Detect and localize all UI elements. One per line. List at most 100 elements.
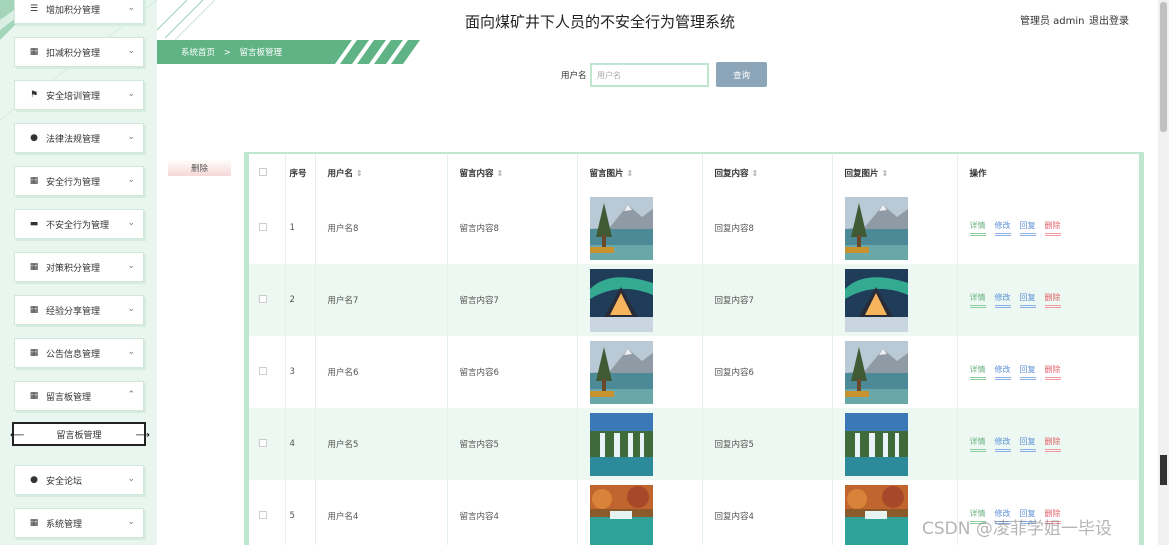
grid-icon: ▦ — [29, 517, 39, 528]
grid-icon: ▦ — [29, 347, 39, 358]
thumbnail-image — [844, 196, 908, 260]
admin-label: 管理员 admin — [1020, 16, 1085, 27]
data-table: 序号 用户名 ⇕ 留言内容 ⇕ 留言图片 ⇕ 回复内容 ⇕ 回复图片 ⇕ 操作 1 用户名8… — [244, 152, 1144, 545]
cell-actions: 详情 修改 回复 删除 — [957, 408, 1139, 480]
page-title: 面向煤矿井下人员的不安全行为管理系统 — [464, 13, 735, 31]
flag-icon: ⚑ — [29, 89, 39, 100]
cell-actions: 详情 修改 回复 删除 — [957, 264, 1139, 336]
cell-reply: 回复内容8 — [702, 192, 833, 264]
table-row: 1 用户名8 留言内容8 回复内容8 详情 修改 回复 删除 — [249, 192, 1139, 264]
search-label: 用户名 — [561, 71, 587, 81]
bulk-delete-button[interactable]: 删除 — [168, 159, 231, 176]
sidebar-item-2[interactable]: ⚑ 安全培训管理 ⌄ — [14, 80, 144, 110]
cell-reply: 回复内容5 — [702, 408, 833, 480]
cell-actions: 详情 修改 回复 删除 — [957, 336, 1139, 408]
briefcase-icon: ▬ — [29, 218, 39, 229]
arrow-right-icon: ⟶ — [135, 430, 150, 441]
header-decoration — [157, 0, 216, 41]
cell-image — [577, 408, 703, 480]
delete-button[interactable]: 删除 — [1044, 220, 1061, 236]
sidebar-item-5[interactable]: ▬ 不安全行为管理 ⌄ — [14, 209, 144, 239]
sort-icon: ⇕ — [626, 169, 634, 178]
arrow-left-icon: ⟵ — [10, 430, 25, 441]
thumbnail-image — [589, 484, 653, 545]
cell-image — [577, 192, 703, 264]
location-icon: ● — [30, 132, 38, 143]
delete-button[interactable]: 删除 — [1044, 364, 1061, 380]
cell-image — [577, 264, 703, 336]
sort-icon: ⇕ — [751, 169, 759, 178]
col-image[interactable]: 留言图片 ⇕ — [577, 154, 703, 192]
breadcrumb-current: 留言板管理 — [239, 48, 283, 58]
cell-username: 用户名5 — [315, 408, 448, 480]
chevron-down-icon: ⌄ — [127, 517, 135, 527]
delete-button[interactable]: 删除 — [1044, 292, 1061, 308]
chevron-down-icon: ⌄ — [127, 46, 135, 56]
sidebar-item-1[interactable]: ▦ 扣减积分管理 ⌄ — [14, 37, 144, 67]
sidebar-item-11[interactable]: ▦ 系统管理 ⌄ — [14, 508, 144, 538]
select-all-checkbox[interactable] — [259, 167, 267, 176]
edit-button[interactable]: 修改 — [994, 220, 1011, 236]
row-select-cell — [249, 192, 286, 264]
row-checkbox[interactable] — [259, 222, 267, 231]
cell-reply-image — [832, 408, 958, 480]
sidebar-item-6[interactable]: ▦ 对策积分管理 ⌄ — [14, 252, 144, 282]
table-icon: ▦ — [29, 304, 39, 315]
detail-button[interactable]: 详情 — [969, 292, 986, 308]
sidebar-item-7[interactable]: ▦ 经验分享管理 ⌄ — [14, 295, 144, 325]
col-reply[interactable]: 回复内容 ⇕ — [702, 154, 833, 192]
search-button[interactable]: 查询 — [716, 62, 767, 87]
scrollbar-marker — [1160, 455, 1167, 485]
reply-button[interactable]: 回复 — [1019, 292, 1036, 308]
sort-icon: ⇕ — [356, 169, 363, 178]
list-icon: ☰ — [29, 3, 39, 14]
thumbnail-image — [844, 268, 908, 332]
table-header-row: 序号 用户名 ⇕ 留言内容 ⇕ 留言图片 ⇕ 回复内容 ⇕ 回复图片 ⇕ 操作 — [249, 154, 1139, 192]
search-input[interactable]: 用户名 — [590, 63, 709, 87]
sidebar-item-8[interactable]: ▦ 公告信息管理 ⌄ — [14, 338, 144, 368]
grid-icon: ▦ — [29, 261, 39, 272]
row-checkbox[interactable] — [259, 366, 267, 375]
cell-content: 留言内容5 — [447, 408, 578, 480]
reply-button[interactable]: 回复 — [1019, 364, 1036, 380]
logout-link[interactable]: 退出登录 — [1089, 12, 1129, 27]
edit-button[interactable]: 修改 — [994, 292, 1011, 308]
cell-username: 用户名8 — [315, 192, 448, 264]
col-username[interactable]: 用户名 ⇕ — [315, 154, 448, 192]
row-checkbox[interactable] — [259, 438, 267, 447]
sidebar-item-9[interactable]: ▦ 留言板管理 ⌃ — [14, 381, 144, 411]
cell-actions: 详情 修改 回复 删除 — [957, 192, 1139, 264]
col-content[interactable]: 留言内容 ⇕ — [447, 154, 578, 192]
breadcrumb-home[interactable]: 系统首页 — [181, 48, 215, 58]
reply-button[interactable]: 回复 — [1019, 436, 1036, 452]
detail-button[interactable]: 详情 — [969, 364, 986, 380]
scrollbar-thumb[interactable] — [1160, 2, 1167, 132]
detail-button[interactable]: 详情 — [969, 436, 986, 452]
row-checkbox[interactable] — [259, 294, 267, 303]
col-actions: 操作 — [957, 154, 1139, 192]
grid-icon: ▦ — [29, 390, 39, 401]
sidebar-item-4[interactable]: ▦ 安全行为管理 ⌄ — [14, 166, 144, 196]
row-checkbox[interactable] — [259, 510, 267, 519]
reply-button[interactable]: 回复 — [1019, 220, 1036, 236]
detail-button[interactable]: 详情 — [969, 220, 986, 236]
chevron-down-icon: ⌄ — [127, 3, 135, 13]
row-select-cell — [249, 264, 286, 336]
sort-icon: ⇕ — [496, 169, 504, 178]
chevron-down-icon: ⌄ — [127, 132, 135, 142]
cell-image — [577, 336, 703, 408]
sidebar-item-10[interactable]: ● 安全论坛 ⌄ — [14, 465, 144, 495]
sidebar-item-0[interactable]: ☰ 增加积分管理 ⌄ — [14, 0, 144, 24]
delete-button[interactable]: 删除 — [1044, 436, 1061, 452]
col-reply-image[interactable]: 回复图片 ⇕ — [832, 154, 958, 192]
edit-button[interactable]: 修改 — [994, 364, 1011, 380]
sidebar-item-3[interactable]: ● 法律法规管理 ⌄ — [14, 123, 144, 153]
chevron-down-icon: ⌄ — [127, 304, 135, 314]
row-select-cell — [249, 480, 286, 545]
app-root: ☰ 增加积分管理 ⌄ ▦ 扣减积分管理 ⌄ ⚑ 安全培训管理 ⌄ ● 法律法规管理 ⌄ ▦ 安全行为管理 ⌄… — [0, 0, 1169, 545]
user-icon: ● — [30, 474, 38, 485]
row-select-cell — [249, 408, 286, 480]
sidebar-subitem-guestbook[interactable]: ⟵ 留言板管理 ⟶ — [10, 422, 150, 446]
edit-button[interactable]: 修改 — [994, 436, 1011, 452]
cell-reply: 回复内容4 — [702, 480, 833, 545]
